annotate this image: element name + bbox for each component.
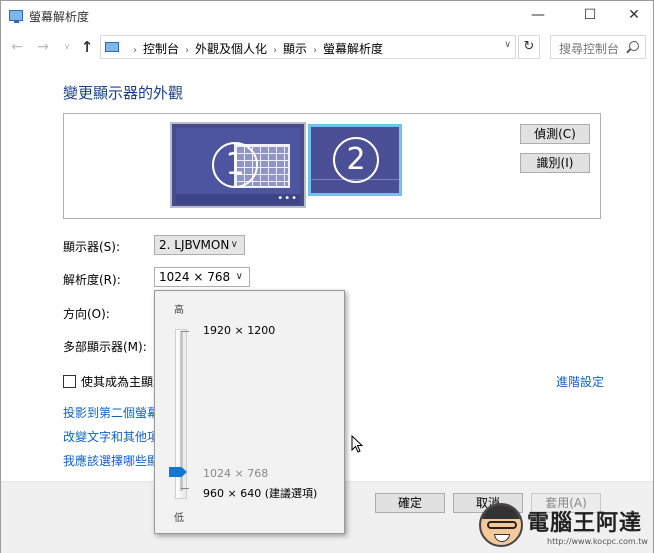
breadcrumb-separator: › bbox=[313, 45, 318, 56]
breadcrumb-separator: › bbox=[273, 45, 278, 56]
which-display-settings-link[interactable]: 我應該選擇哪些顯示器設定? bbox=[63, 452, 155, 469]
advanced-settings-link[interactable]: 進階設定 bbox=[556, 373, 604, 390]
watermark-url: http://www.kocpc.com.tw bbox=[547, 537, 648, 546]
slider-high-label: 高 bbox=[174, 305, 184, 316]
display-arrangement-area: ••• 1 2 偵測(C) 識別(I) bbox=[63, 113, 601, 219]
mascot-face-icon bbox=[479, 503, 523, 547]
mascot-mouth bbox=[494, 534, 510, 542]
close-button[interactable]: ✕ bbox=[611, 1, 654, 31]
up-arrow-icon[interactable]: ↑ bbox=[77, 37, 97, 57]
breadcrumb-separator: › bbox=[133, 45, 137, 56]
chevron-down-icon: ∨ bbox=[235, 271, 243, 282]
detect-button[interactable]: 偵測(C) bbox=[520, 124, 590, 144]
watermark-text: 電腦王阿達 bbox=[527, 511, 643, 536]
orientation-label: 方向(O): bbox=[63, 307, 110, 321]
title-bar: 螢幕解析度 — ☐ ✕ bbox=[1, 1, 653, 31]
resolution-label: 解析度(R): bbox=[63, 273, 121, 287]
display-select[interactable]: 2. LJBVMON ∨ bbox=[154, 235, 245, 255]
search-box[interactable]: 搜尋控制台 bbox=[550, 35, 646, 59]
max-resolution-label: 1920 × 1200 bbox=[203, 324, 276, 337]
breadcrumb-separator: › bbox=[185, 45, 190, 56]
breadcrumb-item-appearance[interactable]: 外觀及個人化 bbox=[195, 42, 267, 56]
breadcrumb-item-display[interactable]: 顯示 bbox=[283, 42, 307, 56]
display-select-value: 2. LJBVMON bbox=[159, 238, 230, 252]
breadcrumb-item-screen-resolution[interactable]: 螢幕解析度 bbox=[323, 42, 383, 56]
resolution-select[interactable]: 1024 × 768 ∨ bbox=[154, 267, 250, 287]
address-bar[interactable]: › 控制台 › 外觀及個人化 › 顯示 › 螢幕解析度 ∨ bbox=[100, 35, 516, 59]
chevron-down-icon: ∨ bbox=[230, 239, 238, 250]
current-resolution-label: 1024 × 768 bbox=[203, 467, 269, 480]
control-panel-icon bbox=[105, 42, 119, 52]
site-watermark: 電腦王阿達 http://www.kocpc.com.tw bbox=[475, 499, 651, 551]
mouse-pointer-icon bbox=[351, 435, 363, 453]
multiple-displays-label: 多部顯示器(M): bbox=[63, 340, 147, 354]
monitor-number: 1 bbox=[212, 142, 258, 188]
back-arrow-icon[interactable]: ← bbox=[7, 37, 27, 57]
mascot-hair bbox=[481, 505, 521, 519]
search-input[interactable]: 搜尋控制台 bbox=[559, 40, 619, 57]
slider-low-label: 低 bbox=[174, 513, 184, 524]
forward-arrow-icon[interactable]: → bbox=[33, 37, 53, 57]
monitor-2[interactable]: 2 bbox=[308, 124, 402, 196]
main-display-checkbox[interactable] bbox=[63, 375, 76, 388]
project-second-screen-link[interactable]: 投影到第二個螢幕 bbox=[63, 404, 155, 421]
monitor-1[interactable]: ••• 1 bbox=[170, 122, 306, 208]
minimize-button[interactable]: — bbox=[515, 1, 561, 31]
search-icon[interactable] bbox=[629, 41, 639, 51]
resolution-slider-popup: 高 1920 × 1200 1024 × 768 960 × 640 (建議選項… bbox=[154, 290, 345, 534]
slider-tick-top bbox=[181, 331, 189, 332]
slider-tick-bottom bbox=[181, 488, 189, 489]
resolution-select-value: 1024 × 768 bbox=[159, 270, 231, 284]
breadcrumb: › 控制台 › 外觀及個人化 › 顯示 › 螢幕解析度 bbox=[127, 40, 383, 57]
recent-locations-chevron-icon[interactable]: ∨ bbox=[57, 37, 77, 57]
ok-button[interactable]: 確定 bbox=[375, 493, 445, 513]
window-title: 螢幕解析度 bbox=[29, 10, 90, 24]
display-label: 顯示器(S): bbox=[63, 240, 121, 254]
identify-button[interactable]: 識別(I) bbox=[520, 153, 590, 173]
monitor-number: 2 bbox=[333, 137, 379, 183]
screen-resolution-window: 螢幕解析度 — ☐ ✕ ← → ∨ ↑ › 控制台 › 外觀及個人化 › 顯示 › 螢幕解析度… bbox=[0, 0, 654, 553]
main-display-checkbox-label[interactable]: 使其成為主顯示器 bbox=[81, 373, 155, 390]
breadcrumb-item-control-panel[interactable]: 控制台 bbox=[143, 42, 179, 56]
page-title: 變更顯示器的外觀 bbox=[63, 84, 184, 102]
navigation-bar: ← → ∨ ↑ › 控制台 › 外觀及個人化 › 顯示 › 螢幕解析度 ∨ ↻ 搜尋控制台 bbox=[1, 33, 653, 61]
change-text-size-link[interactable]: 改變文字和其他項目 bbox=[63, 428, 155, 445]
refresh-button[interactable]: ↻ bbox=[518, 35, 540, 59]
recommended-resolution-label: 960 × 640 (建議選項) bbox=[203, 487, 318, 500]
address-dropdown-chevron-icon[interactable]: ∨ bbox=[504, 40, 511, 50]
taskbar-dots-icon: ••• bbox=[277, 193, 298, 204]
maximize-button[interactable]: ☐ bbox=[567, 1, 613, 31]
monitor-app-icon bbox=[9, 10, 23, 23]
mascot-glasses bbox=[487, 521, 517, 529]
